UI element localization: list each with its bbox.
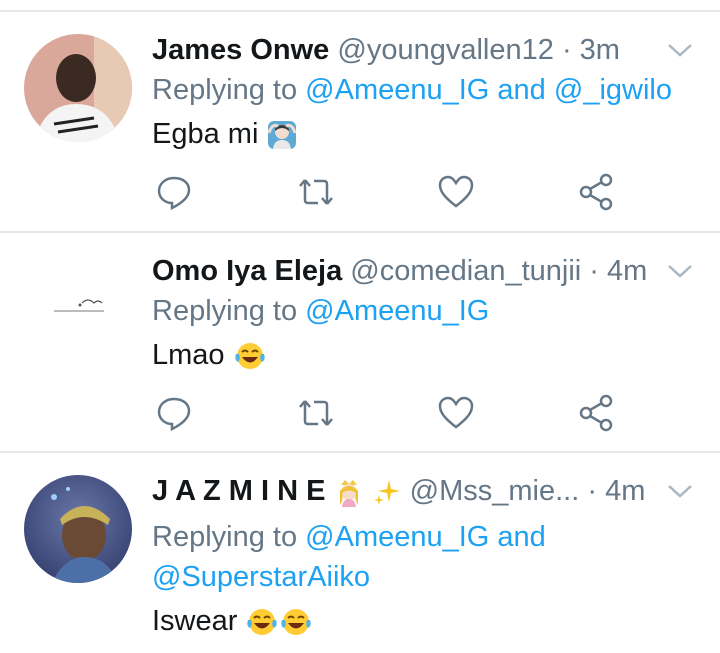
user-handle[interactable]: @comedian_tunjii [350,255,581,287]
tweet-text: Egba mi [152,116,298,152]
display-name[interactable]: Omo Iya Eleja [152,255,342,287]
replying-joiner: and [497,74,546,106]
mention-link[interactable]: @SuperstarAiiko [152,561,370,593]
tweet-2[interactable]: Omo Iya Eleja @comedian_tunjii · 4m Repl… [0,233,720,451]
replying-prefix: Replying to [152,295,298,327]
mention-link[interactable]: @Ameenu_IG [305,521,489,553]
replying-prefix: Replying to [152,74,298,106]
separator: · [587,475,598,507]
replying-to: Replying to @Ameenu_IG [152,291,489,331]
avatar[interactable] [24,475,132,583]
share-icon[interactable] [576,393,616,433]
tweet-1[interactable]: James Onwe @youngvallen12 · 3m Replying … [0,12,720,231]
face-with-tears-of-joy-emoji-icon [247,609,278,636]
replying-joiner: and [497,521,546,553]
like-heart-icon[interactable] [436,393,476,433]
sparkles-emoji-icon [373,480,400,506]
replying-to-continued: @SuperstarAiiko [152,557,370,597]
tweet-header: J A Z M I N E @Mss_mie... · 4m [152,473,645,509]
separator: · [561,34,572,66]
tweet-text: Lmao [152,337,267,373]
mention-link[interactable]: @Ameenu_IG [305,74,489,106]
tweet-text: Iswear [152,603,313,639]
tweet-header: Omo Iya Eleja @comedian_tunjii · 4m [152,253,647,289]
timestamp[interactable]: 3m [580,34,620,66]
user-handle[interactable]: @youngvallen12 [337,34,553,66]
timestamp[interactable]: 4m [607,255,647,287]
chevron-down-icon[interactable] [666,261,694,281]
face-with-tears-of-joy-emoji-icon [234,343,265,370]
mention-link[interactable]: @Ameenu_IG [305,295,489,327]
mention-link[interactable]: @_igwilo [554,74,672,106]
replying-prefix: Replying to [152,521,298,553]
chevron-down-icon[interactable] [666,40,694,60]
replying-to: Replying to @Ameenu_IG and [152,517,546,557]
share-icon[interactable] [576,172,616,212]
retweet-icon[interactable] [296,172,336,212]
princess-emoji-icon [339,480,358,508]
tweet-header: James Onwe @youngvallen12 · 3m [152,32,620,68]
person-gesturing-ok-emoji-icon [268,121,297,150]
tweet-text-body: Iswear [152,605,238,637]
timestamp[interactable]: 4m [605,475,645,507]
tweet-text-body: Egba mi [152,118,259,150]
replying-to: Replying to @Ameenu_IG and @_igwilo [152,70,672,110]
user-handle[interactable]: @Mss_mie... [410,475,580,507]
like-heart-icon[interactable] [436,172,476,212]
separator: · [589,255,599,287]
face-with-tears-of-joy-emoji-icon [281,609,312,636]
reply-icon[interactable] [154,172,194,212]
tweet-3[interactable]: J A Z M I N E @Mss_mie... · 4m Replying … [0,453,720,653]
chevron-down-icon[interactable] [666,481,694,501]
tweet-text-body: Lmao [152,339,225,371]
avatar[interactable] [24,255,132,363]
retweet-icon[interactable] [296,393,336,433]
avatar[interactable] [24,34,132,142]
display-name[interactable]: James Onwe [152,34,329,66]
display-name[interactable]: J A Z M I N E [152,475,325,507]
reply-icon[interactable] [154,393,194,433]
